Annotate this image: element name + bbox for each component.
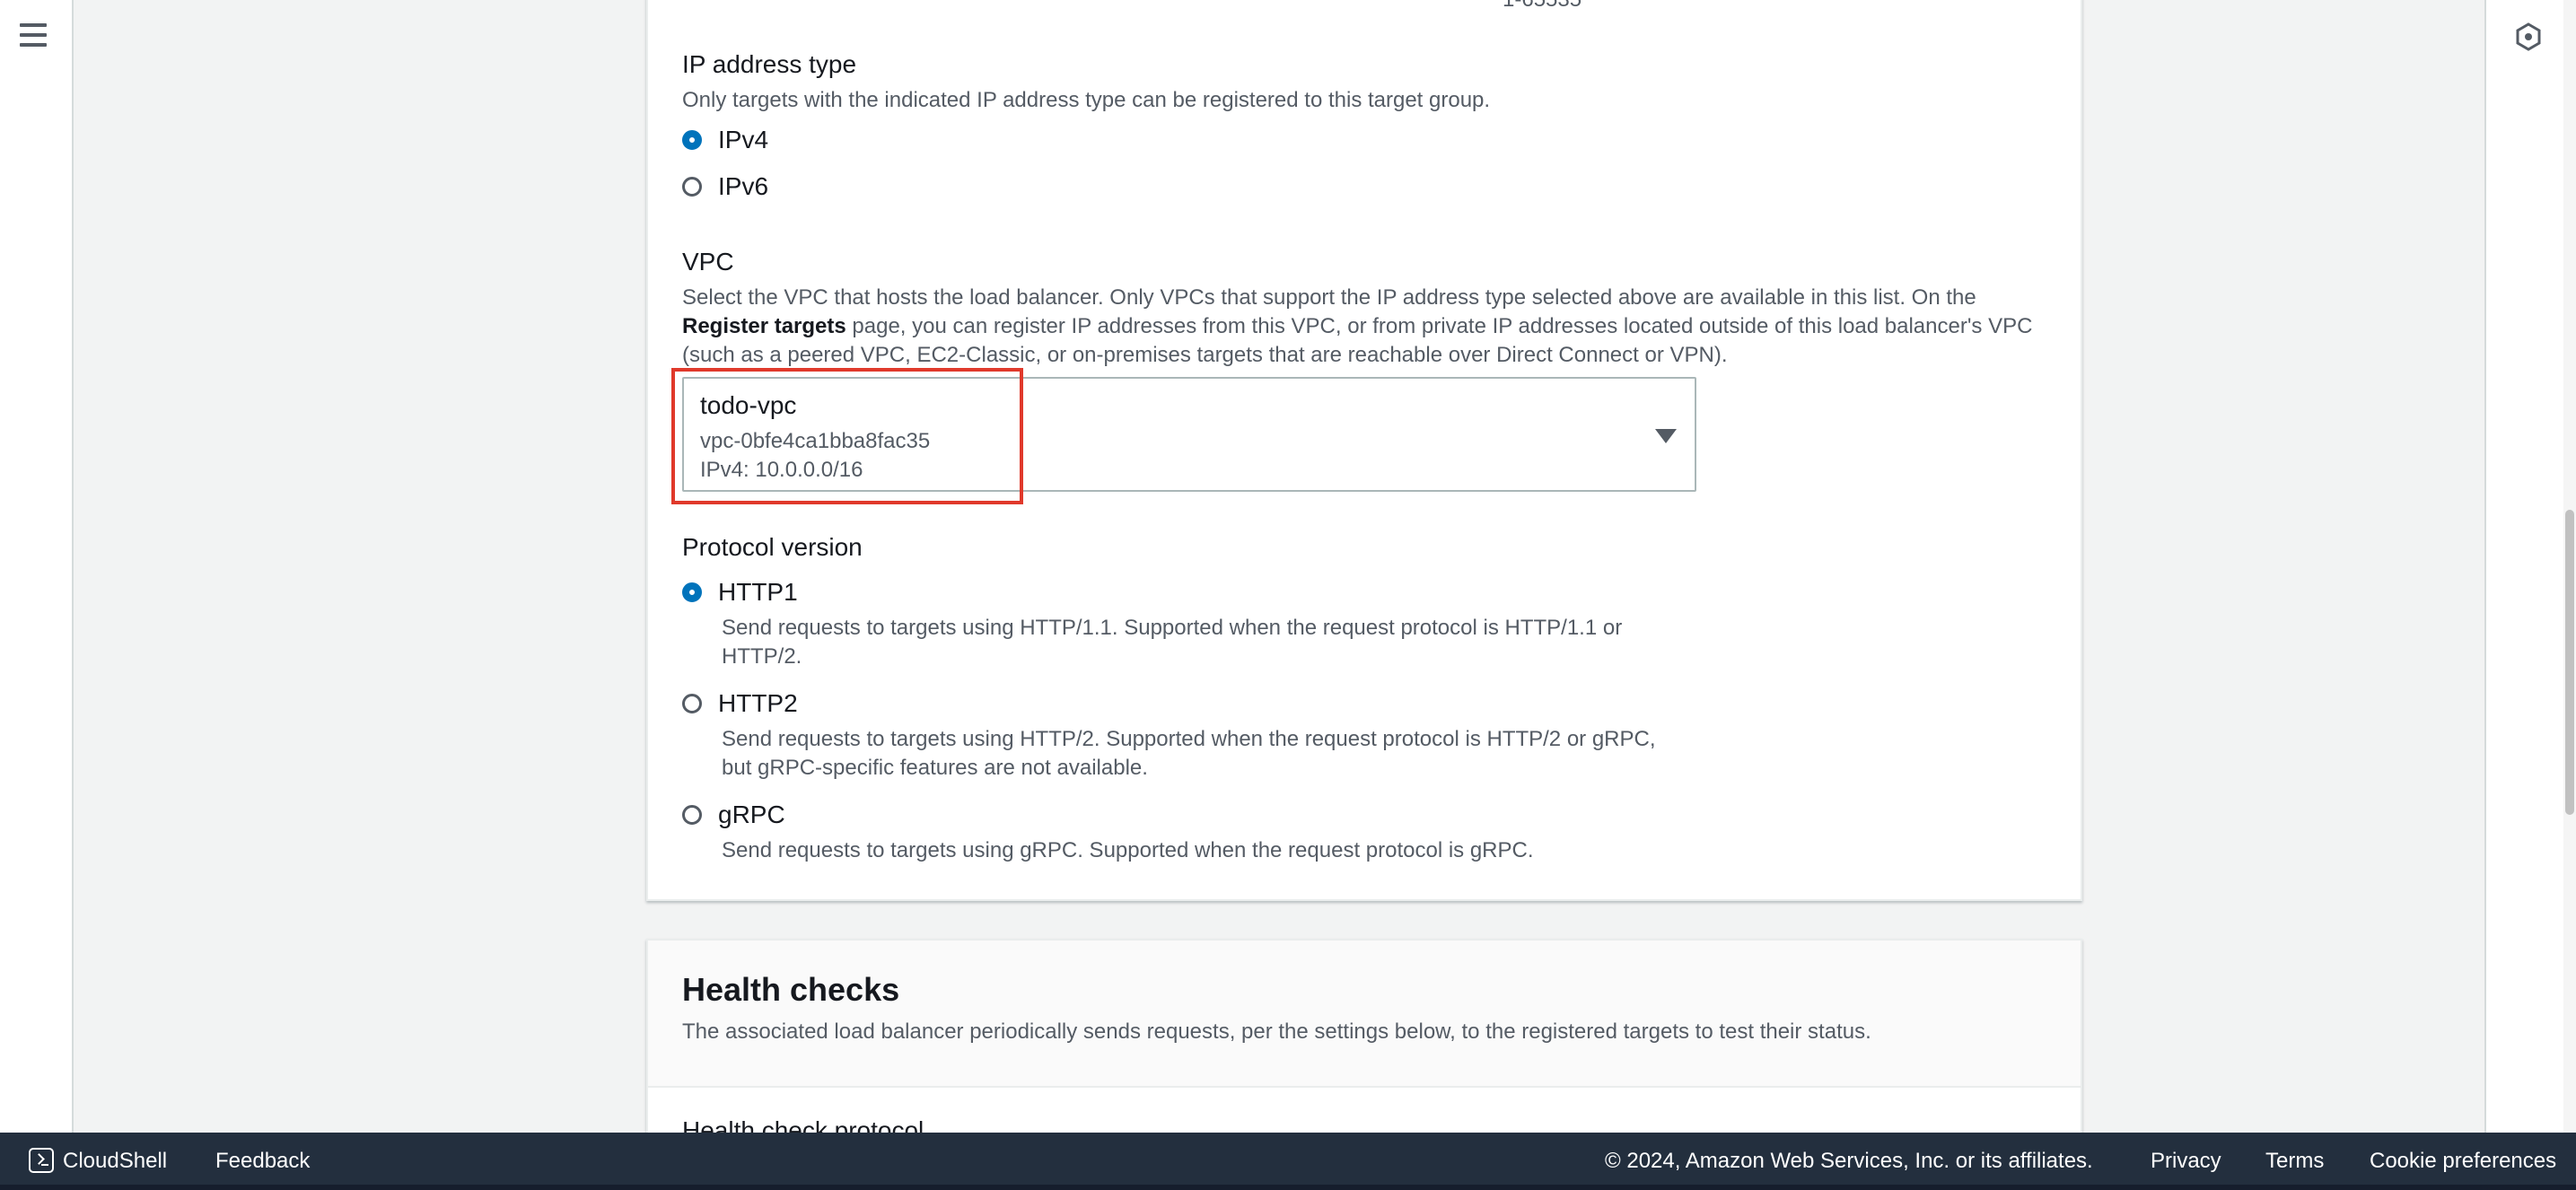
console-footer: CloudShell Feedback © 2024, Amazon Web S… [0, 1133, 2576, 1190]
http1-description-line2: HTTP/2. [722, 644, 802, 669]
health-checks-header [648, 941, 2081, 1088]
radio-ipv4-label: IPv4 [718, 126, 769, 153]
radio-ipv4[interactable]: IPv4 [682, 126, 768, 154]
vpc-label: VPC [682, 248, 734, 276]
vpc-description: Select the VPC that hosts the load balan… [682, 284, 2046, 370]
http2-description: Send requests to targets using HTTP/2. S… [722, 725, 1656, 783]
cloudshell-button[interactable]: CloudShell [29, 1133, 167, 1190]
vpc-description-line2: page, you can register IP addresses from… [846, 314, 2033, 338]
radio-indicator[interactable] [682, 177, 702, 197]
http1-description: Send requests to targets using HTTP/1.1.… [722, 614, 1622, 671]
annotation-highlight-box [671, 368, 1023, 504]
radio-grpc[interactable]: gRPC [682, 801, 785, 829]
health-checks-description: The associated load balancer periodicall… [682, 1019, 1871, 1044]
register-targets-emphasis: Register targets [682, 314, 846, 338]
radio-grpc-label: gRPC [718, 801, 785, 828]
left-nav-rail [0, 0, 74, 1133]
radio-http2-label: HTTP2 [718, 689, 798, 717]
ip-address-type-description: Only targets with the indicated IP addre… [682, 88, 1491, 112]
protocol-version-label: Protocol version [682, 533, 863, 561]
grpc-description: Send requests to targets using gRPC. Sup… [722, 838, 1534, 862]
privacy-link[interactable]: Privacy [2151, 1133, 2221, 1190]
scrollbar-thumb[interactable] [2565, 510, 2574, 815]
radio-selected-indicator[interactable] [682, 130, 702, 150]
radio-selected-indicator[interactable] [682, 582, 702, 602]
port-range-fragment: 1-65535 [1503, 0, 1582, 13]
vpc-description-line3: (such as a peered VPC, EC2-Classic, or o… [682, 343, 1728, 367]
terms-link[interactable]: Terms [2265, 1133, 2324, 1190]
http2-description-line2: but gRPC-specific features are not avail… [722, 756, 1148, 780]
http2-description-line1: Send requests to targets using HTTP/2. S… [722, 727, 1656, 751]
radio-indicator[interactable] [682, 805, 702, 825]
cloudshell-label: CloudShell [63, 1149, 168, 1173]
ip-address-type-label: IP address type [682, 50, 857, 78]
copyright-text: © 2024, Amazon Web Services, Inc. or its… [1605, 1149, 2093, 1173]
menu-icon[interactable] [20, 23, 47, 47]
radio-http1[interactable]: HTTP1 [682, 578, 798, 607]
footer-bottom-strip [0, 1185, 2576, 1190]
http1-description-line1: Send requests to targets using HTTP/1.1.… [722, 616, 1623, 640]
caret-down-icon[interactable] [1655, 429, 1677, 443]
radio-ipv6-label: IPv6 [718, 172, 769, 200]
vpc-description-line1: Select the VPC that hosts the load balan… [682, 285, 1976, 310]
cloudshell-icon [29, 1147, 54, 1173]
cookie-preferences-link[interactable]: Cookie preferences [2370, 1133, 2556, 1190]
health-checks-title: Health checks [682, 971, 900, 1008]
info-hexagon-icon[interactable] [2513, 22, 2544, 52]
radio-http1-label: HTTP1 [718, 578, 798, 606]
radio-ipv6[interactable]: IPv6 [682, 172, 768, 201]
feedback-link[interactable]: Feedback [215, 1133, 310, 1190]
radio-indicator[interactable] [682, 694, 702, 713]
scrollbar[interactable] [2563, 0, 2576, 1133]
right-tools-rail [2484, 0, 2576, 1133]
radio-http2[interactable]: HTTP2 [682, 689, 798, 718]
